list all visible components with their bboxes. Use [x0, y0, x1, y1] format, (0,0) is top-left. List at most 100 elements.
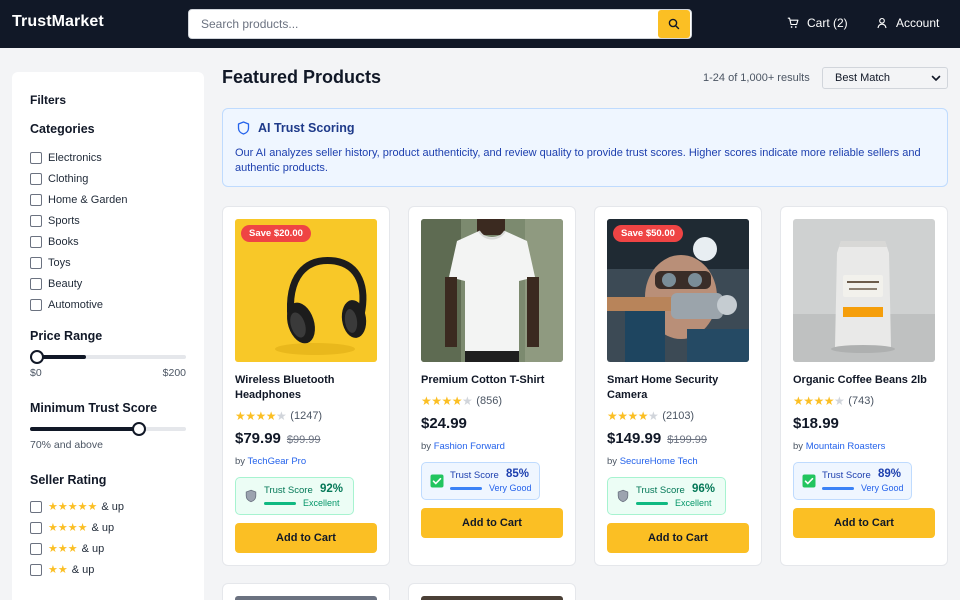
price-range-labels: $0 $200 — [30, 367, 186, 379]
category-item[interactable]: Home & Garden — [30, 189, 127, 210]
product-card[interactable]: Save $50.00 Smart Home Security Camera ★… — [594, 206, 762, 566]
rating-checkbox[interactable] — [30, 563, 42, 576]
seller-link[interactable]: TechGear Pro — [248, 456, 307, 467]
trust-score-value: 85% — [506, 468, 530, 480]
product-image[interactable] — [235, 596, 377, 600]
category-label: Clothing — [48, 172, 89, 185]
review-count: (2103) — [662, 410, 695, 422]
category-item[interactable]: Sports — [30, 210, 127, 231]
rating-checkbox[interactable] — [30, 500, 42, 513]
trust-level: Excellent — [303, 498, 340, 508]
rating-filter-item[interactable]: ★★★ & up — [30, 538, 124, 559]
category-item[interactable]: Books — [30, 231, 127, 252]
category-label: Electronics — [48, 151, 102, 164]
original-price: $99.99 — [286, 434, 321, 446]
trust-slider-thumb[interactable] — [132, 422, 146, 436]
category-checkbox[interactable] — [30, 151, 42, 164]
price-range-slider[interactable] — [30, 350, 186, 364]
category-item[interactable]: Electronics — [30, 147, 127, 168]
rating-filter-item[interactable]: ★★★★ & up — [30, 517, 124, 538]
search-input[interactable] — [189, 10, 658, 38]
rating-filter-item[interactable]: ★★ & up — [30, 559, 124, 580]
product-card[interactable]: Organic Coffee Beans 2lb ★★★★★ (743) $18… — [780, 206, 948, 566]
rating-label: & up — [101, 500, 124, 513]
seller-rating-title: Seller Rating — [30, 473, 107, 487]
product-image[interactable] — [421, 219, 563, 362]
product-card[interactable]: Premium Cotton T-Shirt ★★★★★ (856) $24.9… — [408, 206, 576, 566]
category-checkbox[interactable] — [30, 235, 42, 248]
current-price: $24.99 — [421, 415, 467, 432]
discount-badge: Save $50.00 — [613, 225, 683, 242]
user-icon — [877, 17, 887, 29]
trust-score-box: Trust Score 89% Very Good — [793, 462, 912, 500]
price-range-title: Price Range — [30, 329, 103, 343]
search-button[interactable] — [658, 10, 690, 38]
category-label: Beauty — [48, 277, 83, 290]
category-item[interactable]: Clothing — [30, 168, 127, 189]
original-price: $199.99 — [667, 434, 707, 446]
seller-prefix: by — [607, 456, 618, 467]
product-rating: ★★★★★ (1247) — [235, 409, 322, 423]
category-item[interactable]: Toys — [30, 252, 127, 273]
trust-score-label: Trust Score — [264, 485, 313, 496]
category-label: Sports — [48, 214, 80, 227]
filters-sidebar: Filters Categories Electronics Clothing … — [12, 72, 204, 600]
product-card[interactable]: Save $20.00 Wireless Bluetooth Headphone… — [222, 206, 390, 566]
product-image[interactable] — [421, 596, 563, 600]
rating-checkbox[interactable] — [30, 542, 42, 555]
rating-stars-icon: ★★ — [48, 564, 68, 576]
product-image[interactable]: Save $20.00 — [235, 219, 377, 362]
check-badge-icon — [802, 474, 816, 488]
trust-score-label: Trust Score — [450, 470, 499, 481]
account-label: Account — [896, 16, 940, 30]
product-image[interactable]: Save $50.00 — [607, 219, 749, 362]
shield-icon — [245, 489, 257, 503]
search-bar — [188, 9, 692, 39]
product-name[interactable]: Smart Home Security Camera — [607, 373, 749, 403]
add-to-cart-button[interactable]: Add to Cart — [607, 523, 749, 553]
category-checkbox[interactable] — [30, 277, 42, 290]
trust-score-label: Trust Score — [822, 470, 871, 481]
trust-score-bar — [636, 502, 668, 505]
seller-link[interactable]: Mountain Roasters — [806, 441, 886, 452]
site-logo[interactable]: TrustMarket — [12, 13, 104, 31]
category-checkbox[interactable] — [30, 298, 42, 311]
account-button[interactable]: Account — [876, 16, 939, 30]
rating-stars-icon: ★★★★ — [48, 522, 88, 534]
filters-title: Filters — [30, 93, 67, 107]
price-slider-thumb[interactable] — [30, 350, 44, 364]
product-name[interactable]: Organic Coffee Beans 2lb — [793, 373, 935, 388]
category-checkbox[interactable] — [30, 172, 42, 185]
product-card[interactable] — [222, 583, 390, 600]
trust-score-value: 96% — [692, 483, 716, 495]
price-min-label: $0 — [30, 367, 42, 379]
product-name[interactable]: Premium Cotton T-Shirt — [421, 373, 563, 388]
product-price: $149.99 $199.99 — [607, 430, 707, 447]
cart-button[interactable]: Cart (2) — [787, 16, 848, 30]
review-count: (1247) — [290, 410, 323, 422]
categories-title: Categories — [30, 122, 95, 136]
category-item[interactable]: Automotive — [30, 294, 127, 315]
sort-select[interactable]: Best Match — [822, 67, 948, 89]
product-name[interactable]: Wireless Bluetooth Headphones — [235, 373, 377, 403]
review-count: (743) — [848, 395, 874, 407]
rating-checkbox[interactable] — [30, 521, 42, 534]
product-price: $24.99 — [421, 415, 467, 432]
add-to-cart-button[interactable]: Add to Cart — [421, 508, 563, 538]
product-image[interactable] — [793, 219, 935, 362]
product-card[interactable] — [408, 583, 576, 600]
add-to-cart-button[interactable]: Add to Cart — [235, 523, 377, 553]
seller-link[interactable]: Fashion Forward — [434, 441, 505, 452]
category-checkbox[interactable] — [30, 256, 42, 269]
seller-link[interactable]: SecureHome Tech — [620, 456, 698, 467]
category-checkbox[interactable] — [30, 214, 42, 227]
category-checkbox[interactable] — [30, 193, 42, 206]
rating-filter-item[interactable]: ★★★★★ & up — [30, 496, 124, 517]
category-item[interactable]: Beauty — [30, 273, 127, 294]
add-to-cart-button[interactable]: Add to Cart — [793, 508, 935, 538]
rating-stars-icon: ★★★★★ — [235, 409, 287, 423]
review-count: (856) — [476, 395, 502, 407]
seller-prefix: by — [793, 441, 804, 452]
trust-score-slider[interactable] — [30, 422, 186, 436]
current-price: $79.99 — [235, 430, 281, 447]
